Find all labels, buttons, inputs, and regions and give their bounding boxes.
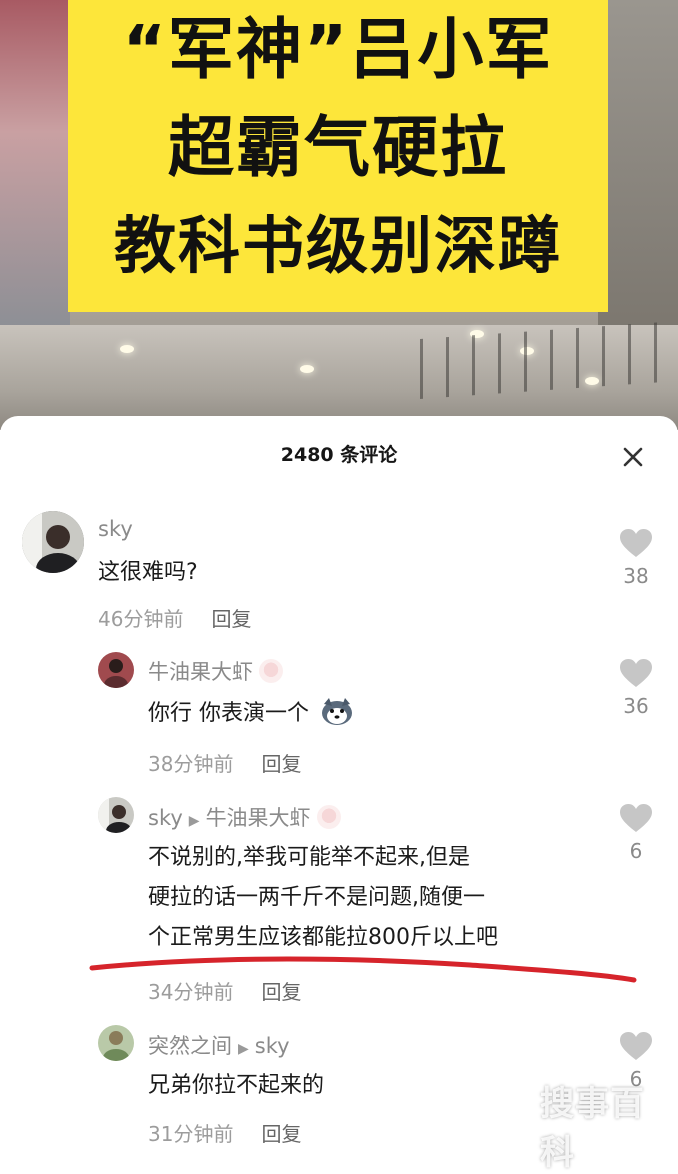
avatar[interactable] <box>98 652 134 688</box>
ceiling-light <box>120 345 134 353</box>
title-banner: “军神”吕小军 超霸气硬拉 教科书级别深蹲 <box>68 0 608 312</box>
like-button[interactable]: 6 <box>616 803 656 863</box>
comment-text-row: 你行 你表演一个 <box>148 694 354 734</box>
comment-time: 31分钟前 <box>148 1122 234 1146</box>
comment-username[interactable]: 突然之间 <box>148 1034 232 1058</box>
watermark-logo: 搜事百科 <box>540 1084 645 1173</box>
comment-text-line: 不说别的,举我可能举不起来,但是 <box>148 845 470 870</box>
comment-count-title: 2480 条评论 <box>280 444 398 466</box>
banner-line-2: 超霸气硬拉 <box>168 109 508 186</box>
video-area[interactable]: “军神”吕小军 超霸气硬拉 教科书级别深蹲 <box>0 0 678 430</box>
avatar[interactable] <box>98 797 134 833</box>
like-count: 36 <box>623 694 649 718</box>
like-button[interactable]: 36 <box>616 658 656 718</box>
comment-text-block: 不说别的,举我可能举不起来,但是 硬拉的话一两千斤不是问题,随便一 个正常男生应… <box>148 838 598 958</box>
heart-icon <box>620 529 652 557</box>
banner-line-1: “军神”吕小军 <box>122 11 554 88</box>
comment-meta: 46分钟前 回复 <box>98 603 251 632</box>
reply-arrow-icon: ▶ <box>238 1041 249 1057</box>
comment-text-line: 个正常男生应该都能拉800斤以上吧 <box>148 925 498 950</box>
avatar-image <box>98 1025 134 1061</box>
comment-meta: 34分钟前 回复 <box>148 976 301 1005</box>
like-button[interactable]: 38 <box>616 528 656 588</box>
comment-username-row: sky ▶ 牛油果大虾 <box>148 802 341 832</box>
comment-time: 34分钟前 <box>148 980 234 1004</box>
comment-text: 你行 你表演一个 <box>148 701 309 726</box>
comment-username[interactable]: sky <box>148 806 183 830</box>
avatar[interactable] <box>22 511 84 573</box>
reply-button[interactable]: 回复 <box>261 1122 301 1146</box>
reply-to-username[interactable]: sky <box>255 1034 290 1058</box>
reply-to-username[interactable]: 牛油果大虾 <box>206 806 311 830</box>
video-background-left <box>0 0 70 330</box>
comment-meta: 38分钟前 回复 <box>148 748 301 777</box>
comment-username-row: 牛油果大虾 <box>148 656 283 686</box>
comment-username[interactable]: 牛油果大虾 <box>148 660 253 684</box>
avatar-image <box>98 652 134 688</box>
like-count: 38 <box>623 564 649 588</box>
avatar[interactable] <box>98 1025 134 1061</box>
avatar-image <box>22 511 84 573</box>
reply-arrow-icon: ▶ <box>188 813 200 829</box>
comment-meta: 31分钟前 回复 <box>148 1118 301 1147</box>
comment-text: 这很难吗? <box>98 560 198 585</box>
like-count: 6 <box>629 839 643 863</box>
badge-icon <box>316 805 341 829</box>
reply-button[interactable]: 回复 <box>211 607 251 631</box>
comment-time: 38分钟前 <box>148 752 234 776</box>
heart-icon <box>620 1032 652 1060</box>
close-icon <box>623 447 643 467</box>
comment-username-row: 突然之间 ▶ sky <box>148 1030 290 1060</box>
comment-text: 兄弟你拉不起来的 <box>148 1073 325 1098</box>
comment-text-line: 硬拉的话一两千斤不是问题,随便一 <box>148 885 485 910</box>
ceiling-light <box>300 365 314 373</box>
comment-time: 46分钟前 <box>98 607 184 631</box>
banner-line-3: 教科书级别深蹲 <box>113 209 562 282</box>
comment-username[interactable]: sky <box>98 517 133 541</box>
video-background-right <box>598 0 678 330</box>
reply-button[interactable]: 回复 <box>261 980 301 1004</box>
reply-button[interactable]: 回复 <box>261 752 301 776</box>
close-button[interactable] <box>616 440 650 474</box>
badge-icon <box>259 659 283 683</box>
heart-icon <box>620 659 652 687</box>
heart-icon <box>620 804 652 832</box>
avatar-image <box>98 797 134 833</box>
husky-emoji-icon <box>322 698 352 725</box>
